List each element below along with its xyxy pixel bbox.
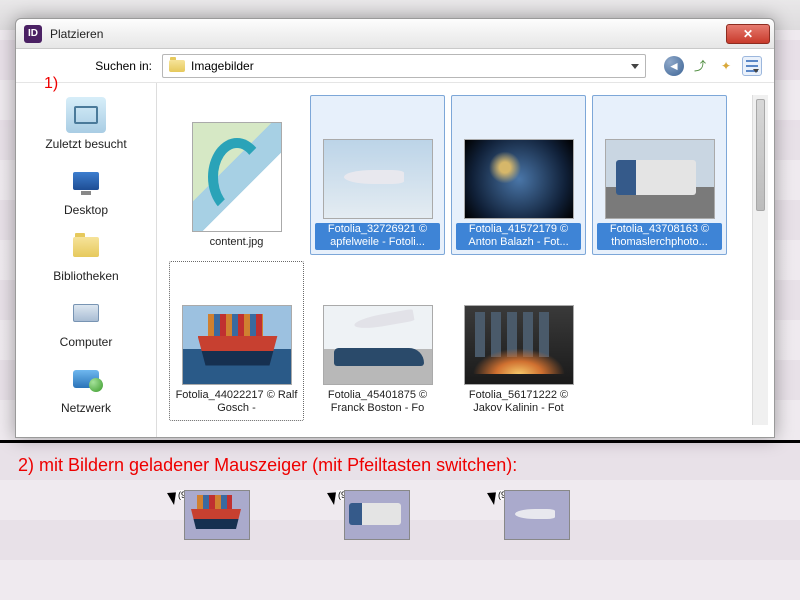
titlebar[interactable]: ID Platzieren ✕ — [16, 19, 774, 49]
file-thumbnail — [323, 305, 433, 385]
file-item[interactable]: Fotolia_44022217 © Ralf Gosch - — [169, 261, 304, 421]
annotation-1: 1) — [44, 75, 58, 93]
desktop-icon — [66, 163, 106, 199]
file-item[interactable]: Fotolia_56171222 © Jakov Kalinin - Fot — [451, 261, 586, 421]
sidebar-item-label: Zuletzt besucht — [20, 137, 152, 151]
file-name: content.jpg — [174, 236, 299, 250]
file-item[interactable]: Fotolia_43708163 © thomaslerchphoto... — [592, 95, 727, 255]
net-icon — [66, 361, 106, 397]
sidebar-item-libs[interactable]: Bibliotheken — [20, 225, 152, 287]
recent-icon — [66, 97, 106, 133]
sidebar-item-label: Bibliotheken — [20, 269, 152, 283]
new-folder-button[interactable]: ✦ — [716, 56, 736, 76]
back-button[interactable]: ◄ — [664, 56, 684, 76]
dialog-title: Platzieren — [50, 27, 726, 41]
file-thumbnail — [464, 139, 574, 219]
places-sidebar: Zuletzt besucht Desktop Bibliotheken Com… — [16, 83, 156, 437]
libs-icon — [66, 229, 106, 265]
sidebar-item-recent[interactable]: Zuletzt besucht — [20, 93, 152, 155]
file-grid: content.jpg Fotolia_32726921 © apfelweil… — [169, 95, 752, 425]
dialog-body: Zuletzt besucht Desktop Bibliotheken Com… — [16, 83, 774, 437]
sidebar-item-desktop[interactable]: Desktop — [20, 159, 152, 221]
sidebar-item-label: Computer — [20, 335, 152, 349]
up-one-level-button[interactable]: ⤴ — [690, 56, 710, 76]
file-name: Fotolia_44022217 © Ralf Gosch - — [174, 389, 299, 417]
close-button[interactable]: ✕ — [726, 24, 770, 44]
cursor-thumbnail — [344, 490, 410, 540]
annotation-2: 2) mit Bildern geladener Mauszeiger (mit… — [18, 455, 517, 476]
file-name: Fotolia_56171222 © Jakov Kalinin - Fot — [456, 389, 581, 417]
file-item[interactable]: Fotolia_45401875 © Franck Boston - Fo — [310, 261, 445, 421]
loaded-cursor-preview: (9) — [330, 490, 410, 540]
file-area: content.jpg Fotolia_32726921 © apfelweil… — [156, 83, 774, 437]
view-menu-button[interactable] — [742, 56, 762, 76]
chevron-down-icon — [631, 64, 639, 69]
folder-icon — [169, 60, 185, 72]
loaded-cursor-preview: (9) — [170, 490, 250, 540]
folder-dropdown[interactable]: Imagebilder — [162, 54, 646, 78]
file-thumbnail — [605, 139, 715, 219]
file-item[interactable]: Fotolia_32726921 © apfelweile - Fotoli..… — [310, 95, 445, 255]
nav-icon-group: ◄ ⤴ ✦ — [664, 56, 762, 76]
search-in-label: Suchen in: — [72, 59, 152, 73]
file-thumbnail — [192, 122, 282, 232]
file-item[interactable]: content.jpg — [169, 95, 304, 255]
cursor-examples: (9) (9) (9) — [170, 490, 570, 540]
file-thumbnail — [464, 305, 574, 385]
file-name: Fotolia_43708163 © thomaslerchphoto... — [597, 223, 722, 251]
sidebar-item-label: Netzwerk — [20, 401, 152, 415]
loaded-cursor-preview: (9) — [490, 490, 570, 540]
close-icon: ✕ — [743, 27, 753, 41]
section-divider — [0, 440, 800, 443]
sidebar-item-net[interactable]: Netzwerk — [20, 357, 152, 419]
scrollbar[interactable] — [752, 95, 768, 425]
file-name: Fotolia_41572179 © Anton Balazh - Fot... — [456, 223, 581, 251]
file-thumbnail — [323, 139, 433, 219]
file-name: Fotolia_32726921 © apfelweile - Fotoli..… — [315, 223, 440, 251]
sidebar-item-label: Desktop — [20, 203, 152, 217]
comp-icon — [66, 295, 106, 331]
file-item[interactable]: Fotolia_41572179 © Anton Balazh - Fot... — [451, 95, 586, 255]
sidebar-item-comp[interactable]: Computer — [20, 291, 152, 353]
cursor-thumbnail — [184, 490, 250, 540]
location-toolbar: Suchen in: Imagebilder ◄ ⤴ ✦ — [16, 49, 774, 83]
folder-name: Imagebilder — [191, 59, 254, 73]
app-icon: ID — [24, 25, 42, 43]
file-thumbnail — [182, 305, 292, 385]
cursor-thumbnail — [504, 490, 570, 540]
place-dialog: ID Platzieren ✕ Suchen in: Imagebilder ◄… — [15, 18, 775, 438]
file-name: Fotolia_45401875 © Franck Boston - Fo — [315, 389, 440, 417]
